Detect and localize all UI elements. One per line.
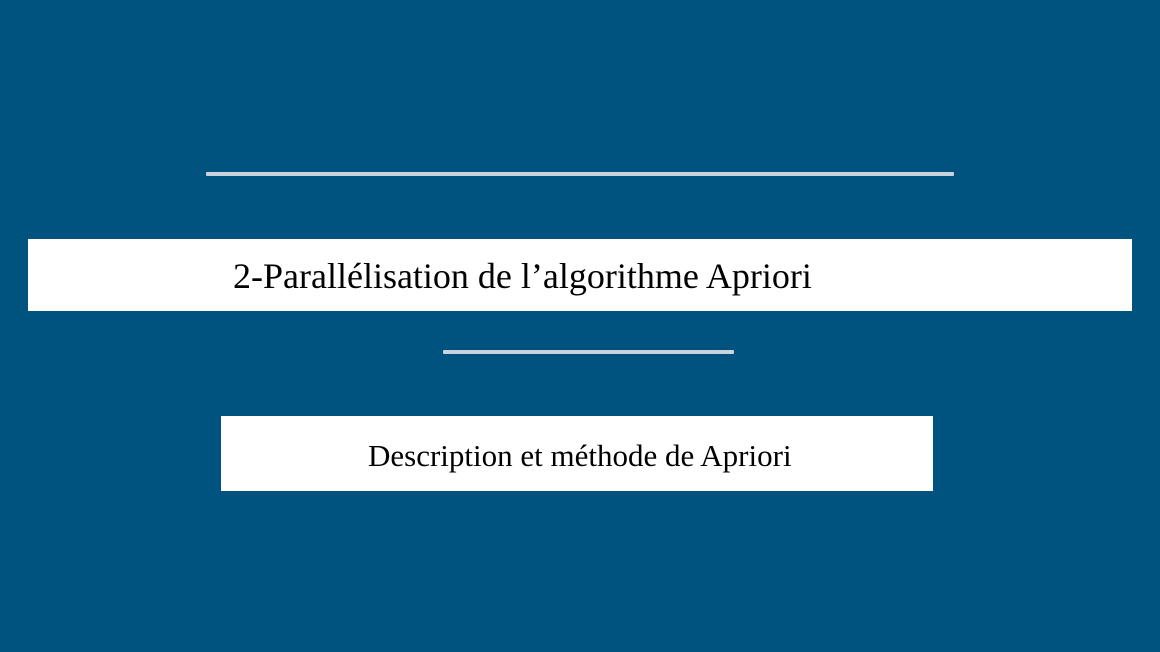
slide-subtitle: Description et méthode de Apriori xyxy=(368,438,792,473)
slide-canvas: 2-Parallélisation de l’algorithme Aprior… xyxy=(0,0,1160,652)
slide-title: 2-Parallélisation de l’algorithme Aprior… xyxy=(233,256,812,296)
subtitle-banner: Description et méthode de Apriori xyxy=(221,416,933,491)
title-banner: 2-Parallélisation de l’algorithme Aprior… xyxy=(28,239,1132,311)
top-divider-line xyxy=(206,172,954,176)
middle-divider-line xyxy=(443,350,734,354)
